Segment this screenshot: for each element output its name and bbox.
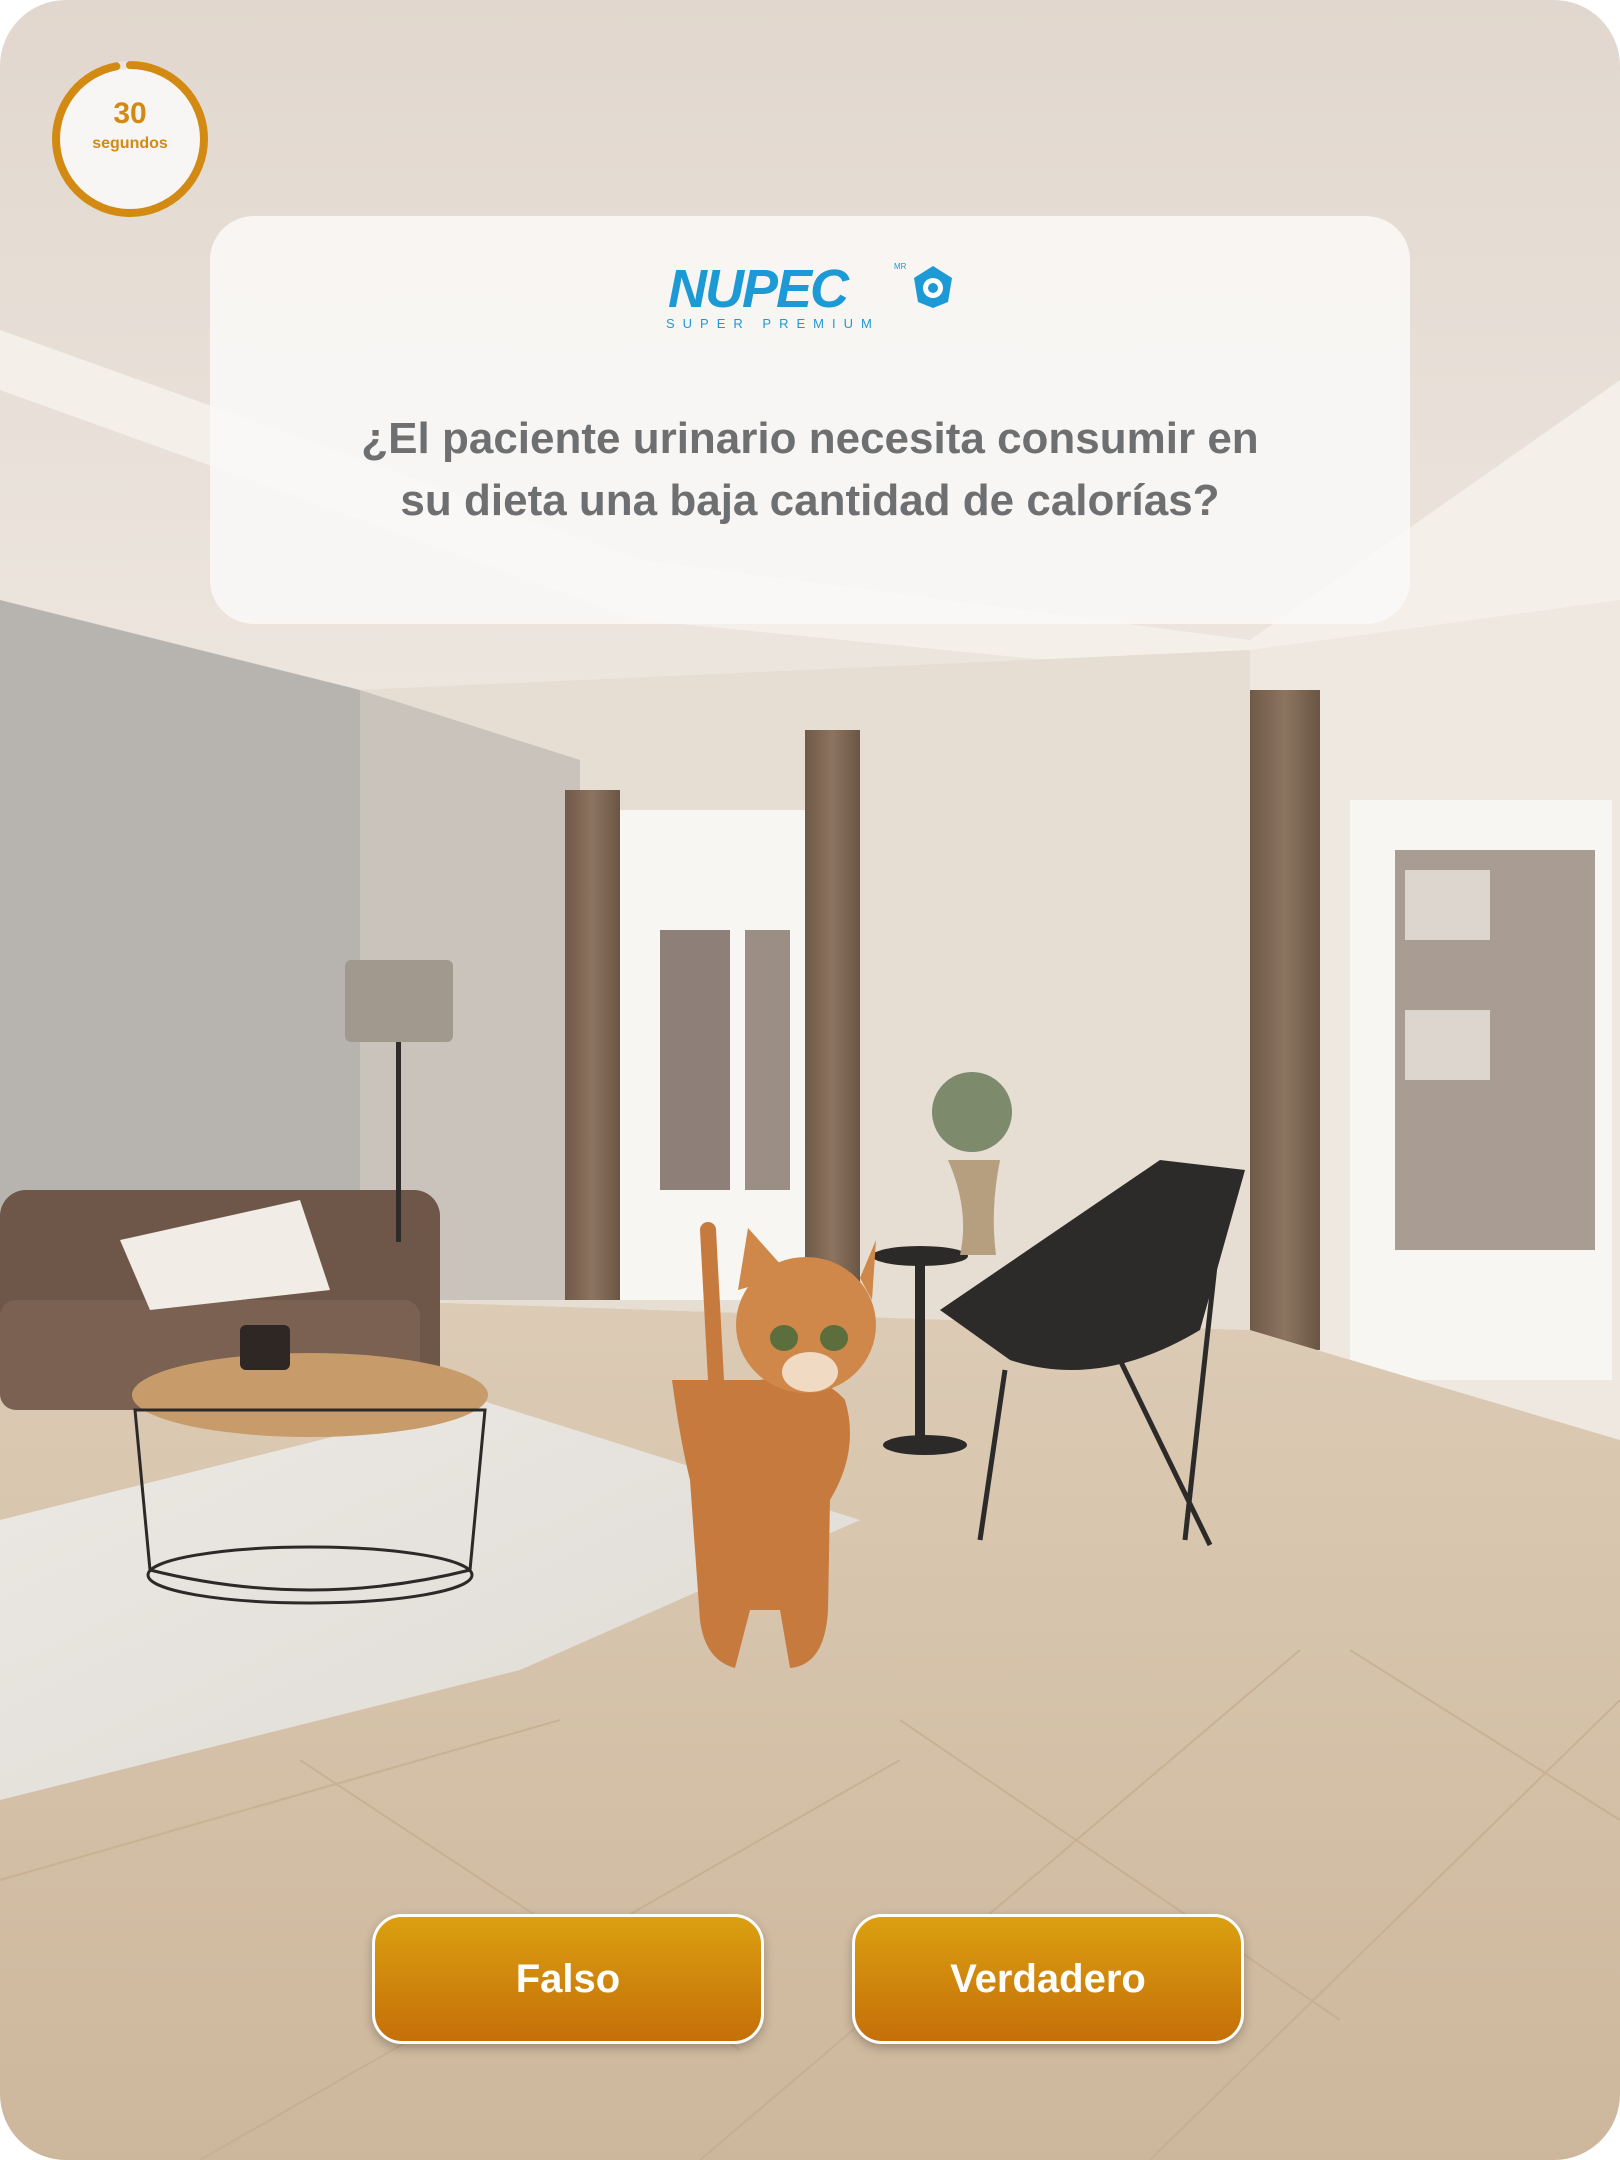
question-text: ¿El paciente urinario necesita consumir …	[250, 408, 1370, 532]
nupec-emblem-icon	[914, 266, 952, 308]
question-line-2: su dieta una baja cantidad de calorías?	[400, 476, 1220, 525]
brand-tagline: SUPER PREMIUM	[666, 316, 880, 331]
true-button[interactable]: Verdadero	[852, 1914, 1244, 2044]
question-line-1: ¿El paciente urinario necesita consumir …	[361, 414, 1259, 463]
brand-mark: MR	[894, 262, 907, 271]
false-button[interactable]: Falso	[372, 1914, 764, 2044]
timer-unit: segundos	[92, 135, 168, 152]
timer-value: 30	[113, 97, 147, 130]
countdown-timer: 30 segundos	[46, 55, 214, 223]
quiz-screen: 30 segundos NUPEC MR SUPER PREMIUM ¿El p…	[0, 0, 1620, 2160]
brand-logo-text: NUPEC	[668, 259, 849, 319]
